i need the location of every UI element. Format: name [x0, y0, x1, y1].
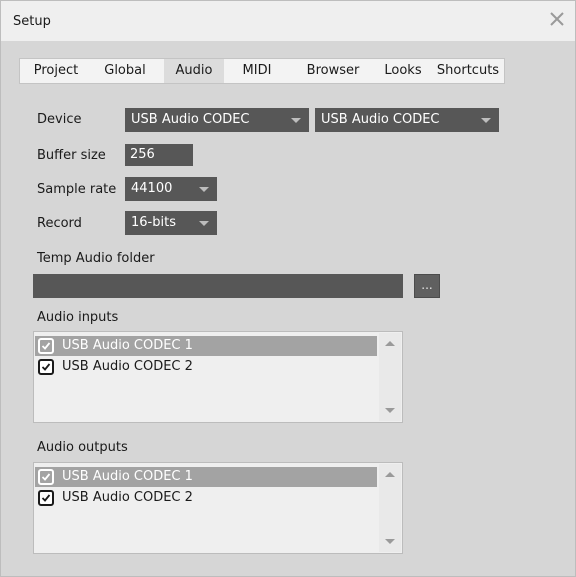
audio-inputs-label: Audio inputs — [37, 310, 119, 325]
scroll-up-icon[interactable] — [385, 341, 395, 346]
list-item-label: USB Audio CODEC 2 — [62, 359, 193, 374]
device-output-value: USB Audio CODEC — [321, 112, 440, 127]
scroll-up-icon[interactable] — [385, 472, 395, 477]
checkmark-icon — [41, 363, 51, 371]
chevron-down-icon — [199, 187, 209, 192]
tab-browser[interactable]: Browser — [292, 59, 374, 83]
scroll-down-icon[interactable] — [385, 539, 395, 544]
scrollbar[interactable] — [379, 333, 401, 421]
tab-bar: Project Global Audio MIDI Browser Looks … — [19, 58, 505, 84]
tab-project[interactable]: Project — [24, 59, 88, 83]
tab-audio[interactable]: Audio — [164, 59, 224, 83]
sample-rate-dropdown[interactable]: 44100 — [125, 177, 217, 201]
sample-rate-value: 44100 — [131, 181, 173, 196]
temp-folder-label: Temp Audio folder — [37, 251, 155, 266]
checkmark-icon — [41, 494, 51, 502]
title-bar: Setup — [1, 1, 575, 41]
device-input-dropdown[interactable]: USB Audio CODEC — [125, 108, 309, 132]
browse-folder-button[interactable]: ... — [414, 274, 440, 298]
buffer-size-field[interactable]: 256 — [125, 144, 193, 166]
tab-midi[interactable]: MIDI — [234, 59, 280, 83]
record-dropdown[interactable]: 16-bits — [125, 211, 217, 235]
list-item[interactable]: USB Audio CODEC 1 — [35, 336, 377, 356]
record-label: Record — [37, 216, 82, 231]
checkbox[interactable] — [38, 490, 54, 506]
list-item-label: USB Audio CODEC 2 — [62, 490, 193, 505]
scroll-down-icon[interactable] — [385, 408, 395, 413]
checkbox[interactable] — [38, 359, 54, 375]
checkmark-icon — [41, 342, 51, 350]
audio-outputs-label: Audio outputs — [37, 440, 128, 455]
sample-rate-label: Sample rate — [37, 182, 117, 197]
tab-looks[interactable]: Looks — [376, 59, 430, 83]
buffer-size-value: 256 — [130, 147, 155, 162]
close-icon[interactable] — [547, 9, 567, 29]
setup-dialog: Setup Project Global Audio MIDI Browser … — [0, 0, 576, 577]
audio-outputs-list: USB Audio CODEC 1 USB Audio CODEC 2 — [33, 462, 403, 554]
list-item[interactable]: USB Audio CODEC 1 — [35, 467, 377, 487]
chevron-down-icon — [199, 221, 209, 226]
audio-inputs-list: USB Audio CODEC 1 USB Audio CODEC 2 — [33, 331, 403, 423]
record-value: 16-bits — [131, 215, 176, 230]
device-output-dropdown[interactable]: USB Audio CODEC — [315, 108, 499, 132]
buffer-size-label: Buffer size — [37, 148, 106, 163]
window-title: Setup — [13, 14, 51, 29]
device-label: Device — [37, 112, 82, 127]
chevron-down-icon — [291, 118, 301, 123]
checkmark-icon — [41, 473, 51, 481]
tab-global[interactable]: Global — [96, 59, 154, 83]
device-input-value: USB Audio CODEC — [131, 112, 250, 127]
tab-shortcuts[interactable]: Shortcuts — [432, 59, 504, 83]
checkbox[interactable] — [38, 469, 54, 485]
temp-folder-field[interactable] — [33, 274, 403, 298]
list-item[interactable]: USB Audio CODEC 2 — [35, 488, 377, 508]
chevron-down-icon — [481, 118, 491, 123]
checkbox[interactable] — [38, 338, 54, 354]
scrollbar[interactable] — [379, 464, 401, 552]
list-item-label: USB Audio CODEC 1 — [62, 338, 193, 353]
list-item-label: USB Audio CODEC 1 — [62, 469, 193, 484]
list-item[interactable]: USB Audio CODEC 2 — [35, 357, 377, 377]
